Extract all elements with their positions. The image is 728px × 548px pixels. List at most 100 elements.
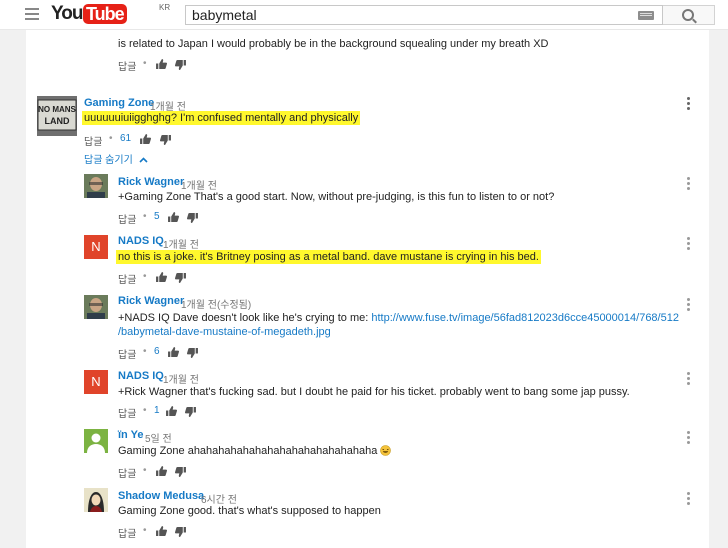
reply-menu-icon[interactable] [687,492,691,506]
reply-author[interactable]: Rick Wagner [118,295,184,307]
reply-author[interactable]: Shadow Medusa [118,490,204,502]
reply-author[interactable]: NADS IQ [118,370,164,382]
reply-text: Gaming Zone good. that's what's supposed… [118,505,381,517]
separator-dot: • [143,58,147,69]
thumbs-up-icon[interactable] [168,212,179,222]
reply-button[interactable]: 답글 [118,465,136,480]
reply-author[interactable]: NADS IQ [118,235,164,247]
avatar-rick-wagner[interactable] [84,174,108,198]
search-input[interactable] [186,6,632,24]
avatar-initial: N [91,239,101,254]
logo-you-text: You [51,3,84,24]
reply-menu-icon[interactable] [687,237,691,251]
reply-text-line2: /babymetal-dave-mustaine-of-megadeth.jpg [118,325,331,340]
reply-menu-icon[interactable] [687,372,691,386]
reply-link-continued[interactable]: /babymetal-dave-mustaine-of-megadeth.jpg [118,326,331,338]
reply-actions: 답글 • 5 [118,211,208,226]
separator-dot: • [143,346,147,357]
svg-text:NO MANS: NO MANS [38,105,76,114]
reply-timestamp[interactable]: 1개월 전 [163,236,199,251]
laughing-emoji-icon [380,445,392,456]
thumbs-up-icon[interactable] [140,134,151,144]
reply-author[interactable]: ïn Ye [118,429,143,441]
svg-text:LAND: LAND [45,116,70,126]
reply-button[interactable]: 답글 [118,405,136,420]
thumbs-down-icon[interactable] [185,407,196,417]
thumbs-down-icon[interactable] [175,467,186,477]
reply-text: +Rick Wagner that's fucking sad. but I d… [118,386,630,398]
avatar-shadow-medusa[interactable] [84,488,108,512]
reply-button[interactable]: 답글 [118,346,136,361]
comment-text-highlighted: uuuuuuiuiigghghg? I'm confused mentally … [82,111,361,125]
masthead: You Tube KR [0,0,728,30]
logo-tube-text: Tube [83,4,127,24]
previous-comment-text: is related to Japan I would probably be … [118,38,549,50]
thumbs-down-icon[interactable] [160,135,171,145]
hide-replies-button[interactable]: 답글 숨기기 [84,151,148,166]
keyboard-icon[interactable] [638,11,654,20]
reply-actions: 답글 • [118,465,198,480]
guide-menu-icon[interactable] [25,8,39,20]
thumbs-down-icon[interactable] [175,273,186,283]
thumbs-up-icon[interactable] [156,526,167,536]
avatar-nads-iq[interactable]: N [84,235,108,259]
reply-text-prefix: +NADS IQ Dave doesn't look like he's cry… [118,312,372,324]
like-count: 5 [154,211,160,222]
reply-text: no this is a joke. it's Britney posing a… [116,250,541,265]
reply-actions: 답글 • 1 [118,405,208,420]
search-box [185,5,663,25]
reply-button[interactable]: 답글 [118,525,136,540]
logo-region-code: KR [159,3,171,12]
avatar-initial: N [91,374,101,389]
reply-timestamp[interactable]: 1개월 전 [163,371,199,386]
thumbs-up-icon[interactable] [156,466,167,476]
reply-actions: 답글 • [118,525,198,540]
reply-menu-icon[interactable] [687,298,691,312]
comment-actions: 답글 • 61 [84,133,184,148]
comments-panel: is related to Japan I would probably be … [26,30,709,548]
comment-text: uuuuuuiuiigghghg? I'm confused mentally … [82,111,361,126]
reply-button[interactable]: 답글 [118,58,136,73]
avatar-rick-wagner[interactable] [84,295,108,319]
separator-dot: • [143,465,147,476]
thumbs-up-icon[interactable] [166,406,177,416]
reply-text-body: Gaming Zone ahahahahahahahahahahahahahah… [118,445,378,457]
reply-text: +Gaming Zone That's a good start. Now, w… [118,191,555,203]
thumbs-up-icon[interactable] [156,272,167,282]
separator-dot: • [143,405,147,416]
reply-button[interactable]: 답글 [84,133,102,148]
separator-dot: • [143,211,147,222]
avatar-gaming-zone[interactable]: NO MANS LAND [37,96,77,136]
like-count: 1 [154,405,160,416]
comment-menu-icon[interactable] [687,97,691,111]
comment-author[interactable]: Gaming Zone [84,97,154,109]
thumbs-down-icon[interactable] [187,213,198,223]
search-button[interactable] [663,5,715,25]
previous-comment-actions: 답글 • [118,58,198,73]
reply-button[interactable]: 답글 [118,271,136,286]
separator-dot: • [143,271,147,282]
thumbs-down-icon[interactable] [187,348,198,358]
thumbs-up-icon[interactable] [156,59,167,69]
chevron-up-icon [138,157,148,163]
avatar-nads-iq[interactable]: N [84,370,108,394]
reply-text: Gaming Zone ahahahahahahahahahahahahahah… [118,444,392,459]
reply-text: +NADS IQ Dave doesn't look like he's cry… [118,311,679,326]
separator-dot: • [109,133,113,144]
hide-replies-label: 답글 숨기기 [84,155,133,166]
reply-link[interactable]: http://www.fuse.tv/image/56fad812023d6cc… [371,312,679,324]
thumbs-down-icon[interactable] [175,527,186,537]
avatar-in-ye[interactable] [84,429,108,453]
reply-actions: 답글 • [118,271,198,286]
separator-dot: • [143,525,147,536]
reply-button[interactable]: 답글 [118,211,136,226]
reply-menu-icon[interactable] [687,177,691,191]
reply-timestamp[interactable]: 5일 전 [145,430,172,445]
reply-timestamp[interactable]: 1개월 전(수정됨) [181,296,251,311]
reply-menu-icon[interactable] [687,431,691,445]
search-icon [682,9,694,21]
thumbs-down-icon[interactable] [175,60,186,70]
like-count: 61 [120,133,132,144]
reply-author[interactable]: Rick Wagner [118,176,184,188]
thumbs-up-icon[interactable] [168,347,179,357]
